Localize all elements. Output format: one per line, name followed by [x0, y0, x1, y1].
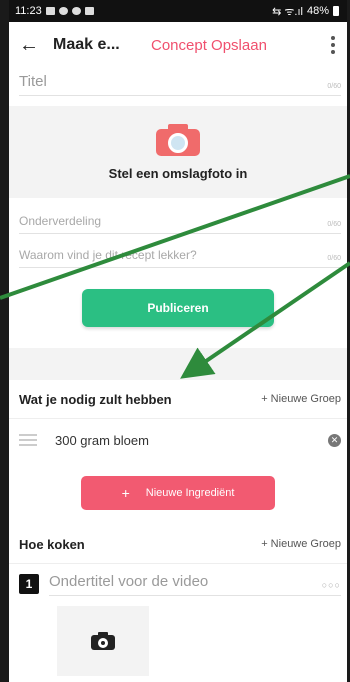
app-bar: ← Maak e... Concept Opslaan [9, 22, 347, 68]
title-field[interactable]: Titel 0/60 [19, 68, 341, 96]
publish-button[interactable]: Publiceren [82, 289, 274, 327]
title-placeholder: Titel [19, 73, 47, 90]
why-char-count: 0/60 [327, 255, 341, 262]
status-time: 11:23 [15, 5, 42, 17]
camera-icon [91, 632, 115, 650]
screenshot-frame: 11:23 ⇆ ᯤ.ıl 48% ← Maak e... Concept Ops… [0, 0, 350, 682]
cover-photo-label: Stel een omslagfoto in [108, 165, 248, 181]
page-title: Maak e... [53, 36, 120, 53]
ingredient-row: 300 gram bloem ✕ [9, 419, 347, 461]
add-ingredient-area: + Nieuwe Ingrediënt [9, 461, 347, 525]
title-char-count: 0/60 [327, 83, 341, 90]
step-row: 1 Ondertitel voor de video ○○○ [9, 564, 347, 604]
step-more-icon[interactable]: ○○○ [322, 580, 341, 590]
app-notification-icon [58, 7, 68, 15]
why-placeholder: Waarom vind je dit recept lekker? [19, 248, 197, 262]
clear-icon[interactable]: ✕ [328, 433, 341, 447]
step-media-picker[interactable] [57, 606, 149, 676]
steps-heading: Hoe koken [19, 536, 85, 552]
device-edge-left [0, 0, 9, 682]
step-subtitle-placeholder: Ondertitel voor de video [49, 572, 209, 590]
signal-icon: ⇆ ᯤ.ıl [272, 5, 303, 18]
steps-new-group-button[interactable]: + Nieuwe Groep [261, 538, 341, 550]
ingredients-heading: Wat je nodig zult hebben [19, 391, 172, 407]
cover-photo-picker[interactable]: Stel een omslagfoto in [9, 106, 347, 198]
save-draft-button[interactable]: Concept Opslaan [151, 37, 325, 54]
app-screen: 11:23 ⇆ ᯤ.ıl 48% ← Maak e... Concept Ops… [9, 0, 347, 682]
ingredients-new-group-button[interactable]: + Nieuwe Groep [261, 393, 341, 405]
ingredients-header: Wat je nodig zult hebben + Nieuwe Groep [9, 380, 347, 419]
subtitle-placeholder: Onderverdeling [19, 214, 102, 228]
subtitle-char-count: 0/60 [327, 221, 341, 228]
more-options-icon[interactable] [325, 36, 341, 54]
step-subtitle-input[interactable]: Ondertitel voor de video ○○○ [49, 573, 341, 596]
camera-icon [156, 123, 200, 158]
subtitle-field[interactable]: Onderverdeling 0/60 [19, 206, 341, 234]
publish-area: Publiceren [9, 268, 347, 348]
media-notification-icon [84, 7, 94, 15]
section-divider [9, 348, 347, 380]
drag-handle-icon[interactable] [19, 434, 37, 446]
why-field[interactable]: Waarom vind je dit recept lekker? 0/60 [19, 240, 341, 268]
app-notification-icon-2 [71, 7, 81, 15]
battery-icon [333, 6, 339, 16]
ingredient-input[interactable]: 300 gram bloem [55, 433, 328, 448]
status-bar: 11:23 ⇆ ᯤ.ıl 48% [9, 0, 347, 22]
plus-icon: + [121, 485, 130, 501]
add-ingredient-button[interactable]: + Nieuwe Ingrediënt [81, 476, 275, 510]
step-number-badge: 1 [19, 574, 39, 594]
gallery-notification-icon [45, 7, 55, 15]
back-arrow-icon[interactable]: ← [19, 34, 53, 57]
description-fields: Onderverdeling 0/60 Waarom vind je dit r… [9, 198, 347, 268]
steps-header: Hoe koken + Nieuwe Groep [9, 525, 347, 564]
battery-percent: 48% [306, 5, 329, 17]
add-ingredient-label: Nieuwe Ingrediënt [145, 487, 235, 499]
